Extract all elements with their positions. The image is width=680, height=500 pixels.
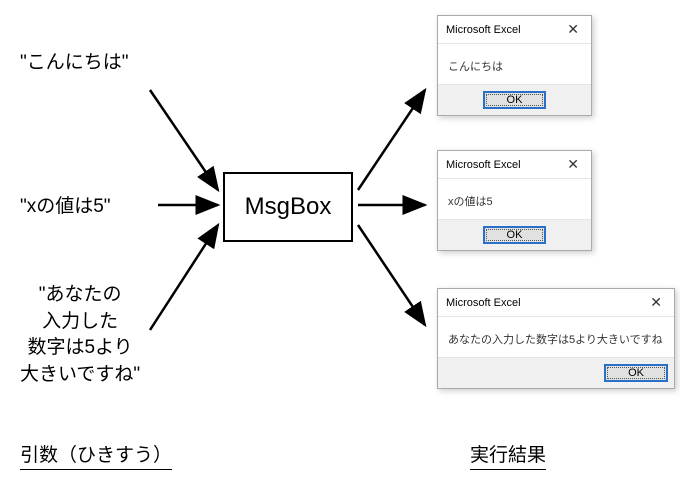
ok-button[interactable]: OK — [483, 91, 547, 109]
dialog-body-1: こんにちは — [438, 44, 591, 84]
dialog-2: Microsoft Excel ✕ xの値は5 OK — [437, 150, 592, 251]
msgbox-function-box: MsgBox — [223, 172, 353, 242]
input-text-3-line2: 入力した — [42, 311, 118, 332]
ok-button[interactable]: OK — [483, 226, 547, 244]
close-icon[interactable]: ✕ — [563, 21, 583, 38]
results-caption: 実行結果 — [470, 440, 546, 470]
close-icon[interactable]: ✕ — [563, 156, 583, 173]
dialog-titlebar: Microsoft Excel ✕ — [438, 289, 674, 317]
dialog-body-3: あなたの入力した数字は5より大きいですね — [438, 317, 674, 357]
close-icon[interactable]: ✕ — [646, 294, 666, 311]
dialog-titlebar: Microsoft Excel ✕ — [438, 151, 591, 179]
input-text-3-line3: 数字は5より — [28, 337, 133, 358]
input-text-3: "あなたの 入力した 数字は5より 大きいですね" — [20, 282, 140, 388]
dialog-footer: OK — [438, 357, 674, 388]
dialog-3: Microsoft Excel ✕ あなたの入力した数字は5より大きいですね O… — [437, 288, 675, 389]
input-text-3-line4: 大きいですね" — [20, 364, 140, 385]
dialog-title-text: Microsoft Excel — [446, 297, 521, 309]
input-text-3-line1: "あなたの — [39, 284, 122, 305]
arguments-caption: 引数（ひきすう） — [20, 440, 172, 470]
dialog-1: Microsoft Excel ✕ こんにちは OK — [437, 15, 592, 116]
dialog-titlebar: Microsoft Excel ✕ — [438, 16, 591, 44]
msgbox-label: MsgBox — [245, 193, 332, 221]
dialog-body-2: xの値は5 — [438, 179, 591, 219]
dialog-footer: OK — [438, 84, 591, 115]
input-text-1: "こんにちは" — [20, 50, 129, 77]
input-text-2: "xの値は5" — [20, 194, 111, 221]
dialog-footer: OK — [438, 219, 591, 250]
ok-button[interactable]: OK — [604, 364, 668, 382]
dialog-title-text: Microsoft Excel — [446, 159, 521, 171]
dialog-title-text: Microsoft Excel — [446, 24, 521, 36]
